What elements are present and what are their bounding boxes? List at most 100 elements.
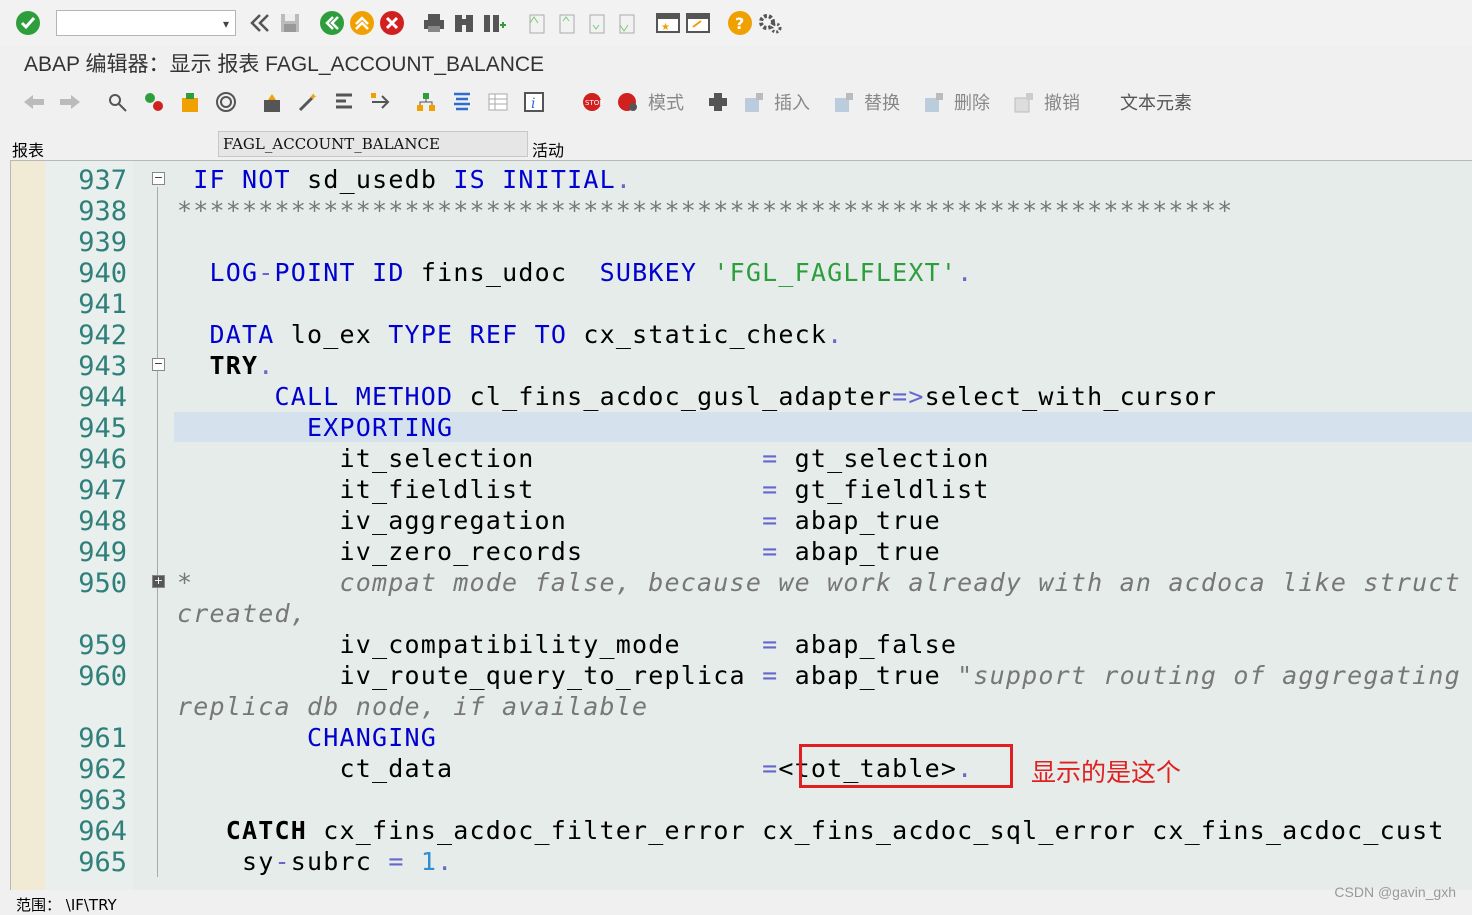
arrow-left-icon[interactable]: [20, 88, 48, 116]
activate-icon[interactable]: [258, 88, 286, 116]
window-title: ABAP 编辑器：显示 报表 FAGL_ACCOUNT_BALANCE: [0, 46, 1472, 80]
code-token: abap_false: [794, 630, 958, 659]
line-number: 946: [78, 444, 127, 475]
watermark: CSDN @gavin_gxh: [1334, 884, 1456, 900]
code-line-960[interactable]: iv_route_query_to_replica = abap_true "s…: [177, 661, 1461, 690]
scope-indicator: 范围： \IF\TRY: [16, 896, 117, 914]
where-used-icon[interactable]: [366, 88, 394, 116]
save-icon[interactable]: [276, 9, 304, 37]
active-inactive-icon[interactable]: [140, 88, 168, 116]
command-field[interactable]: ▾: [56, 10, 236, 36]
undo-icon[interactable]: [1010, 88, 1038, 116]
code-token: 1: [420, 847, 438, 876]
insert-label[interactable]: 插入: [774, 89, 810, 115]
other-object-icon[interactable]: [176, 88, 204, 116]
code-line-943[interactable]: TRY.: [177, 351, 275, 380]
fold-guide-line: [157, 187, 158, 877]
code-line-944[interactable]: CALL METHOD cl_fins_acdoc_gusl_adapter=>…: [177, 382, 1217, 411]
report-name-field[interactable]: FAGL_ACCOUNT_BALANCE: [218, 131, 528, 157]
line-number: 944: [78, 382, 127, 413]
stop-breakpoint-icon[interactable]: STOP: [578, 88, 606, 116]
find-icon[interactable]: [450, 9, 478, 37]
line-number: 960: [78, 661, 127, 692]
code-line-950-wrap[interactable]: created,: [177, 599, 307, 628]
line-number: 942: [78, 320, 127, 351]
delete-icon[interactable]: [920, 88, 948, 116]
code-token: TRY: [209, 351, 259, 380]
new-session-icon[interactable]: ★: [654, 9, 682, 37]
first-page-icon[interactable]: [522, 9, 550, 37]
navigation-window-icon[interactable]: [448, 88, 476, 116]
code-line-940[interactable]: LOG-POINT ID fins_udoc SUBKEY 'FGL_FAGLF…: [177, 258, 973, 287]
undo-label[interactable]: 撤销: [1044, 89, 1080, 115]
magic-wand-icon[interactable]: ✦: [294, 88, 322, 116]
fold-expand-icon[interactable]: +: [152, 575, 165, 588]
print-icon[interactable]: [420, 9, 448, 37]
code-token: gt_fieldlist: [794, 475, 990, 504]
code-editor[interactable]: 937 938 939 940 941 942 943 944 945 946 …: [10, 160, 1472, 890]
code-line-947[interactable]: it_fieldlist = gt_fieldlist: [177, 475, 990, 504]
code-token: .: [258, 351, 275, 380]
line-number: 965: [78, 847, 127, 878]
pattern-icon[interactable]: [704, 88, 732, 116]
last-page-icon[interactable]: [612, 9, 640, 37]
back-double-icon[interactable]: [246, 9, 274, 37]
table-icon[interactable]: [484, 88, 512, 116]
cancel-icon[interactable]: [378, 9, 406, 37]
chevron-down-icon[interactable]: ▾: [223, 17, 229, 31]
code-line-942[interactable]: DATA lo_ex TYPE REF TO cx_static_check.: [177, 320, 843, 349]
enter-icon[interactable]: [14, 9, 42, 37]
svg-text:✦: ✦: [309, 92, 317, 103]
code-line-938[interactable]: ****************************************…: [177, 196, 1233, 225]
line-number: 937: [78, 165, 127, 196]
status-bar: 范围： \IF\TRY: [0, 890, 1472, 914]
code-line-960-wrap[interactable]: replica db node, if available: [177, 692, 648, 721]
code-line-937[interactable]: IF NOT sd_usedb IS INITIAL.: [177, 165, 632, 194]
help-icon[interactable]: ?: [726, 9, 754, 37]
code-line-946[interactable]: it_selection = gt_selection: [177, 444, 990, 473]
exit-icon[interactable]: [348, 9, 376, 37]
code-line-964[interactable]: CATCH cx_fins_acdoc_filter_error cx_fins…: [177, 816, 1445, 845]
fold-collapse-icon[interactable]: −: [152, 172, 165, 185]
shortcut-icon[interactable]: [684, 9, 712, 37]
text-elements-label[interactable]: 文本元素: [1120, 89, 1192, 115]
back-icon[interactable]: [318, 9, 346, 37]
code-token: cx_fins_acdoc_filter_error cx_fins_acdoc…: [307, 816, 1445, 845]
fold-collapse-icon[interactable]: −: [152, 358, 165, 371]
code-token: it_fieldlist: [339, 475, 535, 504]
status-label: 活动: [532, 141, 565, 160]
code-token: iv_aggregation: [339, 506, 568, 535]
code-token: -: [258, 258, 275, 287]
find-next-icon[interactable]: [480, 9, 508, 37]
object-list-icon[interactable]: [412, 88, 440, 116]
code-line-961[interactable]: CHANGING: [177, 723, 437, 752]
next-page-icon[interactable]: [582, 9, 610, 37]
replace-label[interactable]: 替换: [864, 89, 900, 115]
code-token: abap_true: [794, 537, 941, 566]
code-token: subrc: [290, 847, 389, 876]
insert-icon[interactable]: [740, 88, 768, 116]
external-breakpoint-icon[interactable]: [614, 88, 642, 116]
check-icon[interactable]: [212, 88, 240, 116]
settings-icon[interactable]: [756, 9, 784, 37]
breakpoint-gutter[interactable]: [11, 161, 45, 890]
code-line-950[interactable]: * compat mode false, because we work alr…: [177, 568, 1461, 597]
code-line-945[interactable]: EXPORTING: [177, 413, 453, 442]
info-icon[interactable]: i: [520, 88, 548, 116]
pretty-printer-icon[interactable]: [330, 88, 358, 116]
code-line-949[interactable]: iv_zero_records = abap_true: [177, 537, 941, 566]
line-number: 948: [78, 506, 127, 537]
delete-label[interactable]: 删除: [954, 89, 990, 115]
line-number: 945: [78, 413, 127, 444]
prev-page-icon[interactable]: [552, 9, 580, 37]
display-change-icon[interactable]: [104, 88, 132, 116]
report-field-row: 报表 FAGL_ACCOUNT_BALANCE 活动: [0, 124, 1472, 160]
code-token: =: [388, 847, 405, 876]
code-line-965[interactable]: sy-subrc = 1.: [177, 847, 453, 876]
code-line-948[interactable]: iv_aggregation = abap_true: [177, 506, 941, 535]
code-token: LOG: [209, 258, 259, 287]
mode-label[interactable]: 模式: [648, 89, 684, 115]
code-line-959[interactable]: iv_compatibility_mode = abap_false: [177, 630, 957, 659]
arrow-right-icon[interactable]: [56, 88, 84, 116]
replace-icon[interactable]: [830, 88, 858, 116]
